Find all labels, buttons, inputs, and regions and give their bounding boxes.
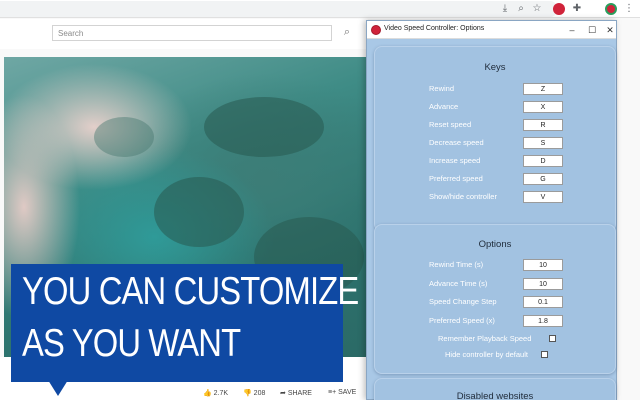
share-button[interactable]: ➦ SHARE [280,389,312,397]
option-label-preferred-speed: Preferred Speed (x) [429,316,495,325]
key-input-preferred-speed[interactable]: G [523,173,563,185]
reef-shape [154,177,244,247]
disabled-websites-card: Disabled websites [374,378,616,400]
option-input-speed-step[interactable]: 0.1 [523,296,563,308]
key-input-rewind[interactable]: Z [523,83,563,95]
extension-logo-icon [371,25,381,35]
window-titlebar[interactable]: Video Speed Controller: Options – ☐ ✕ [367,21,616,39]
key-label-advance: Advance [429,102,459,111]
browser-toolbar: ⤓ ⌕ ☆ ✚ ⋮ [0,0,640,18]
maximize-icon[interactable]: ☐ [585,23,599,37]
reef-shape [94,117,154,157]
like-count: 2.7K [213,390,229,397]
key-input-increase-speed[interactable]: D [523,155,563,167]
key-input-decrease-speed[interactable]: S [523,137,563,149]
key-label-preferred-speed: Preferred speed [429,174,483,183]
banner-line-2: AS YOU WANT [22,322,241,365]
option-label-rewind-time: Rewind Time (s) [429,260,484,269]
checkbox-label-remember-speed: Remember Playback Speed [438,334,532,343]
checkbox-label-hide-controller: Hide controller by default [445,350,528,359]
checkbox-hide-controller[interactable] [541,351,548,358]
key-input-reset-speed[interactable]: R [523,119,563,131]
key-label-decrease-speed: Decrease speed [429,138,484,147]
keys-card: Keys Rewind Z Advance X Reset speed R De… [374,46,616,232]
search-input[interactable]: Search [52,25,332,41]
address-bar[interactable] [0,1,558,17]
disabled-websites-title: Disabled websites [456,391,534,400]
window-title: Video Speed Controller: Options [384,25,485,32]
like-button[interactable]: 👍 2.7K [203,389,228,397]
save-label: SAVE [338,389,357,396]
option-label-speed-step: Speed Change Step [429,297,497,306]
option-input-advance-time[interactable]: 10 [523,278,563,290]
checkbox-remember-speed[interactable] [549,335,556,342]
save-button[interactable]: ≡+ SAVE [328,389,356,396]
minimize-icon[interactable]: – [565,23,579,37]
keys-title: Keys [484,62,506,73]
zoom-icon[interactable]: ⌕ [514,2,528,16]
puzzle-icon[interactable]: ✚ [570,2,584,16]
key-label-rewind: Rewind [429,84,455,93]
banner-pointer [48,380,68,396]
screen: ⤓ ⌕ ☆ ✚ ⋮ Search ⌕ 👍 2.7K 👎 208 ➦ SHARE … [0,0,640,400]
video-speed-extension-icon[interactable] [553,3,565,15]
key-input-advance[interactable]: X [523,101,563,113]
profile-icon[interactable] [605,3,617,15]
close-icon[interactable]: ✕ [603,23,617,37]
dislike-count: 208 [253,390,266,397]
star-icon[interactable]: ☆ [530,2,544,16]
option-input-preferred-speed[interactable]: 1.8 [523,315,563,327]
key-label-show-hide-controller: Show/hide controller [429,192,497,201]
options-window: Video Speed Controller: Options – ☐ ✕ Ke… [366,20,617,400]
key-label-increase-speed: Increase speed [429,156,481,165]
options-title: Options [478,239,512,250]
option-input-rewind-time[interactable]: 10 [523,259,563,271]
key-label-reset-speed: Reset speed [429,120,472,129]
key-input-show-hide-controller[interactable]: V [523,191,563,203]
menu-icon[interactable]: ⋮ [622,2,636,16]
options-card: Options Rewind Time (s) 10 Advance Time … [374,224,616,374]
banner-line-1: YOU CAN CUSTOMIZE [22,270,359,313]
option-label-advance-time: Advance Time (s) [429,279,488,288]
search-icon[interactable]: ⌕ [336,25,358,41]
share-label: SHARE [287,390,312,397]
reef-shape [204,97,324,157]
dislike-button[interactable]: 👎 208 [243,389,265,397]
download-icon[interactable]: ⤓ [498,2,512,16]
